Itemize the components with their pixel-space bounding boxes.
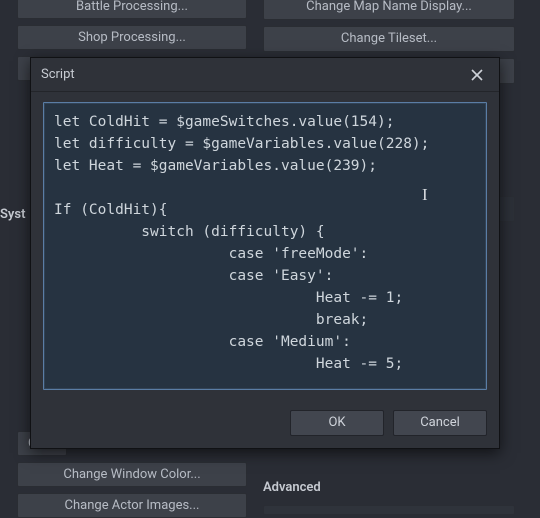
cmd-change-actor-images[interactable]: Change Actor Images...: [17, 493, 247, 518]
dialog-buttons: OK Cancel: [31, 400, 499, 448]
dialog-titlebar: Script: [31, 58, 499, 92]
cmd-change-window-color[interactable]: Change Window Color...: [17, 462, 247, 487]
section-advanced: Advanced: [263, 472, 515, 499]
cmd-change-map-name[interactable]: Change Map Name Display...: [263, 0, 515, 20]
dialog-title: Script: [41, 67, 75, 82]
script-textarea[interactable]: let ColdHit = $gameSwitches.value(154); …: [43, 102, 487, 390]
cancel-button[interactable]: Cancel: [393, 410, 487, 436]
cmd-battle-processing[interactable]: Battle Processing...: [17, 0, 247, 19]
close-icon: [471, 69, 483, 81]
section-system-label: Syst: [0, 205, 28, 224]
cmd-change-tileset[interactable]: Change Tileset...: [263, 26, 515, 52]
script-dialog: Script let ColdHit = $gameSwitches.value…: [30, 57, 500, 449]
ok-button[interactable]: OK: [290, 410, 384, 436]
close-button[interactable]: [463, 64, 491, 86]
cmd-shop-processing[interactable]: Shop Processing...: [17, 25, 247, 50]
dialog-body: let ColdHit = $gameSwitches.value(154); …: [31, 92, 499, 400]
cmd-advanced-partial[interactable]: [263, 505, 515, 515]
text-cursor-icon: I: [422, 184, 428, 206]
